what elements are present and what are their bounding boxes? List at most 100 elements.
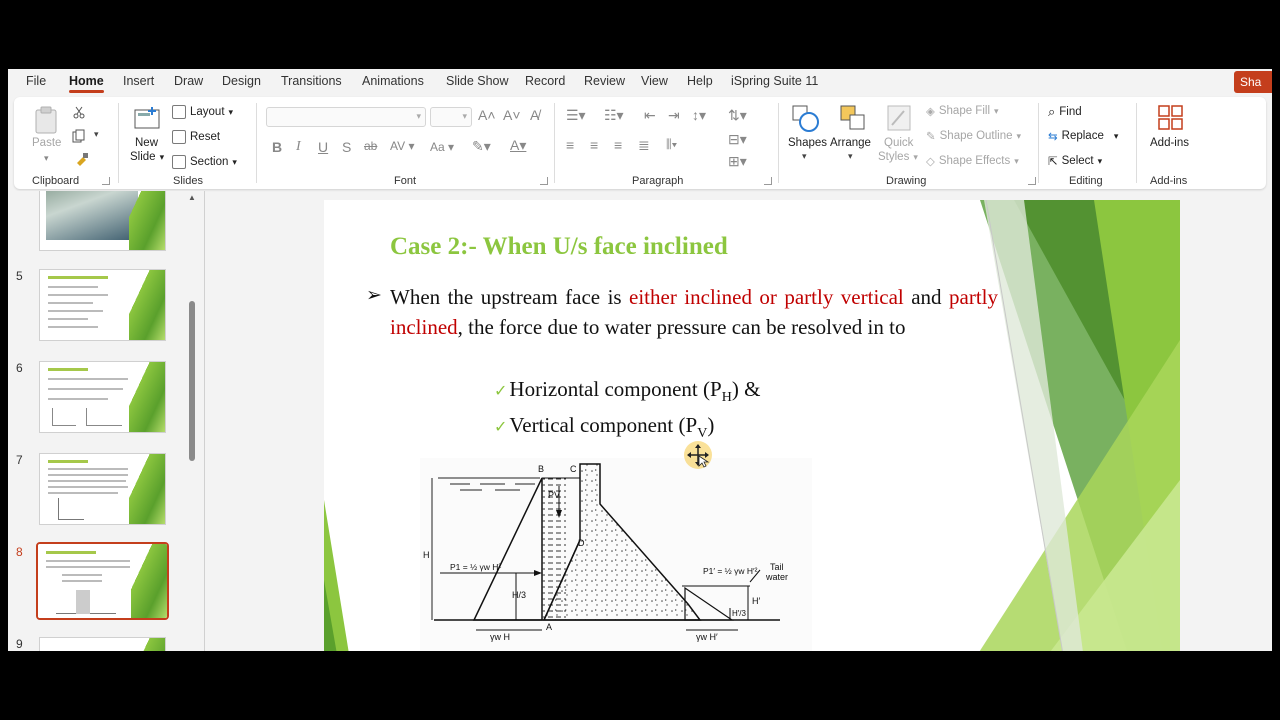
format-painter-icon[interactable] <box>74 151 90 167</box>
font-name-dropdown[interactable]: ▾ <box>266 107 426 127</box>
section-dropdown-icon: ▾ <box>232 156 237 167</box>
increase-indent-icon[interactable]: ⇥ <box>668 107 680 124</box>
italic-icon[interactable]: I <box>296 139 301 155</box>
copy-dropdown-icon[interactable]: ▾ <box>94 129 99 140</box>
align-left-icon[interactable]: ≡ <box>566 137 574 153</box>
cut-icon[interactable] <box>72 105 86 119</box>
shapes-dropdown-icon[interactable]: ▾ <box>802 151 807 162</box>
bullet-text-1: When the upstream face is <box>390 285 630 309</box>
thumbnail-scrollbar[interactable] <box>188 191 196 651</box>
tab-design[interactable]: Design <box>222 74 261 88</box>
dam-photo <box>46 191 138 240</box>
addins-icon[interactable] <box>1156 103 1186 133</box>
font-group-label: Font <box>394 175 417 187</box>
sub-bullet-vertical[interactable]: ✓Vertical component (PV) <box>494 413 714 442</box>
tab-home[interactable]: Home <box>69 74 104 93</box>
tab-ispring-suite[interactable]: iSpring Suite 11 <box>731 74 818 88</box>
strikethrough-icon[interactable]: ab <box>364 139 377 153</box>
font-size-dropdown[interactable]: ▾ <box>430 107 472 127</box>
bullets-icon[interactable]: ☰▾ <box>566 107 586 124</box>
pane-divider[interactable] <box>204 191 205 651</box>
align-center-icon[interactable]: ≡ <box>590 137 598 153</box>
clipboard-launcher-icon[interactable] <box>102 177 110 185</box>
section-button[interactable]: Section ▾ <box>172 155 237 169</box>
ribbon-divider <box>1038 103 1039 183</box>
paste-dropdown-icon[interactable]: ▾ <box>44 153 49 164</box>
share-button[interactable]: Sha <box>1234 71 1272 93</box>
slide-thumbnail-8[interactable] <box>36 542 169 620</box>
bullet-paragraph[interactable]: When the upstream face is either incline… <box>390 282 998 342</box>
text-direction-icon[interactable]: ⇅▾ <box>728 107 747 124</box>
character-spacing-icon[interactable]: AV ▾ <box>390 139 414 153</box>
change-case-icon[interactable]: Aa ▾ <box>430 140 454 154</box>
layout-button[interactable]: Layout ▾ <box>172 105 233 119</box>
shape-fill-button[interactable]: ◈ Shape Fill ▾ <box>926 104 999 118</box>
drawing-launcher-icon[interactable] <box>1028 177 1036 185</box>
replace-button[interactable]: ⇆ Replace ▾ <box>1048 129 1118 143</box>
find-button[interactable]: ⌕ Find <box>1048 104 1082 120</box>
shadow-icon[interactable]: S <box>342 139 351 155</box>
slide-thumbnail-4[interactable] <box>39 191 166 251</box>
tab-review[interactable]: Review <box>584 74 625 88</box>
tab-record[interactable]: Record <box>525 74 565 88</box>
shape-outline-label: Shape Outline <box>939 130 1013 142</box>
tab-file[interactable]: File <box>26 74 46 88</box>
arrange-dropdown-icon[interactable]: ▾ <box>848 151 853 162</box>
shape-effects-dropdown-icon: ▾ <box>1014 155 1019 166</box>
bold-icon[interactable]: B <box>272 139 282 155</box>
arrange-icon[interactable] <box>838 103 868 133</box>
quick-styles-icon[interactable] <box>884 103 914 133</box>
label-p1: P1 = ½ γw H² <box>450 562 501 572</box>
new-slide-dropdown-icon[interactable]: ▾ <box>160 152 165 163</box>
slide-thumbnail-5[interactable] <box>39 269 166 341</box>
select-button[interactable]: ⇱ Select ▾ <box>1048 154 1102 168</box>
thumb-title <box>48 276 108 279</box>
tab-insert[interactable]: Insert <box>123 74 154 88</box>
addins-label: Add-ins <box>1150 137 1189 149</box>
scrollbar-thumb[interactable] <box>189 301 195 461</box>
powerpoint-window: File Home Insert Draw Design Transitions… <box>8 69 1272 651</box>
tab-slide-show[interactable]: Slide Show <box>446 74 509 88</box>
slide-thumbnail-6[interactable] <box>39 361 166 433</box>
line-spacing-icon[interactable]: ↕▾ <box>692 107 706 124</box>
ribbon-divider <box>554 103 555 183</box>
sub-bullet-horizontal[interactable]: ✓Horizontal component (PH) & <box>494 377 760 406</box>
increase-font-size-icon[interactable]: A˄ <box>478 107 496 123</box>
underline-icon[interactable]: U <box>318 139 328 155</box>
tab-animations[interactable]: Animations <box>362 74 424 88</box>
slide-title[interactable]: Case 2:- When U/s face inclined <box>390 233 728 261</box>
clear-formatting-icon[interactable]: A̸ <box>530 107 539 123</box>
columns-icon[interactable]: ⫼▾ <box>666 137 677 152</box>
paste-icon[interactable] <box>32 105 62 135</box>
new-slide-icon[interactable] <box>132 105 162 135</box>
justify-icon[interactable]: ≣ <box>638 137 650 154</box>
tab-draw[interactable]: Draw <box>174 74 203 88</box>
tab-help[interactable]: Help <box>687 74 713 88</box>
highlight-icon[interactable]: ✎▾ <box>472 138 491 155</box>
slide-canvas[interactable]: Case 2:- When U/s face inclined ➢ When t… <box>324 200 1180 651</box>
slide-thumbnail-7[interactable] <box>39 453 166 525</box>
shape-outline-dropdown-icon: ▾ <box>1016 130 1022 141</box>
dam-diagram[interactable]: H B C D A PV P1 = ½ γw H² H/3 γw H P1′ =… <box>420 458 812 651</box>
slide-number: 5 <box>16 269 23 283</box>
tab-transitions[interactable]: Transitions <box>281 74 342 88</box>
shape-outline-button[interactable]: ✎ Shape Outline ▾ <box>926 129 1021 143</box>
align-text-icon[interactable]: ⊟▾ <box>728 131 747 148</box>
align-right-icon[interactable]: ≡ <box>614 137 622 153</box>
reset-button[interactable]: Reset <box>172 130 220 144</box>
paragraph-group-label: Paragraph <box>632 175 684 187</box>
smartart-icon[interactable]: ⊞▾ <box>728 153 747 170</box>
numbering-icon[interactable]: ☷▾ <box>604 107 624 124</box>
label-tail: Tail <box>770 562 784 572</box>
copy-icon[interactable] <box>72 129 88 143</box>
change-case-label: Aa <box>430 140 445 154</box>
shape-effects-button[interactable]: ◇ Shape Effects ▾ <box>926 154 1019 168</box>
slide-thumbnail-9[interactable] <box>39 637 166 651</box>
decrease-indent-icon[interactable]: ⇤ <box>644 107 656 124</box>
tab-view[interactable]: View <box>641 74 668 88</box>
font-color-icon[interactable]: A▾ <box>510 137 526 154</box>
font-launcher-icon[interactable] <box>540 177 548 185</box>
paragraph-launcher-icon[interactable] <box>764 177 772 185</box>
shapes-icon[interactable] <box>790 103 820 133</box>
decrease-font-size-icon[interactable]: A˅ <box>503 107 521 123</box>
